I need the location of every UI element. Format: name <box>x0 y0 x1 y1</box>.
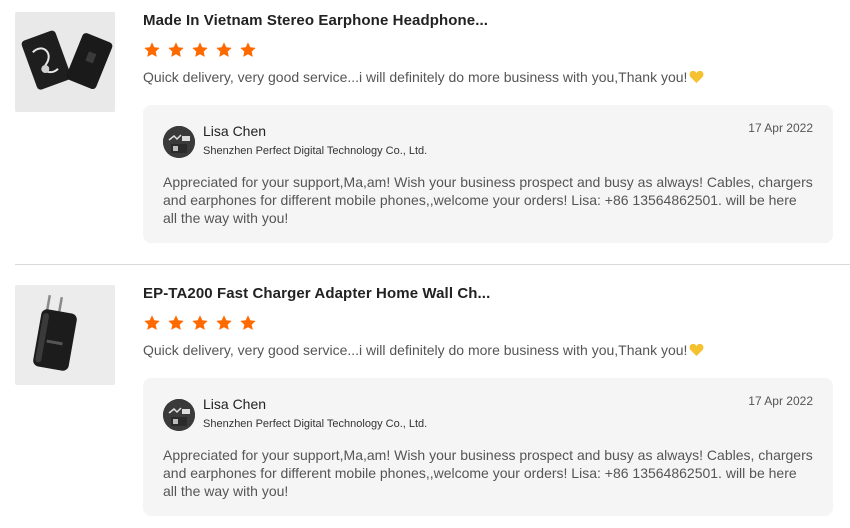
star-icon <box>191 314 209 332</box>
seller-company: Shenzhen Perfect Digital Technology Co.,… <box>203 145 428 157</box>
product-thumbnail-earphones[interactable] <box>15 12 115 112</box>
seller-name: Lisa Chen <box>203 396 267 412</box>
heart-icon <box>689 70 704 83</box>
review-comment: Quick delivery, very good service...i wi… <box>143 342 704 358</box>
star-icon <box>215 41 233 59</box>
star-icon <box>143 41 161 59</box>
reply-text: Appreciated for your support,Ma,am! Wish… <box>163 447 813 499</box>
reply-date: 17 Apr 2022 <box>748 394 813 408</box>
star-icon <box>239 314 257 332</box>
divider <box>15 264 850 265</box>
reply-date: 17 Apr 2022 <box>748 121 813 135</box>
star-icon <box>239 41 257 59</box>
seller-name: Lisa Chen <box>203 123 267 139</box>
star-rating <box>143 41 263 59</box>
seller-company: Shenzhen Perfect Digital Technology Co.,… <box>203 418 428 430</box>
star-icon <box>167 41 185 59</box>
product-title[interactable]: Made In Vietnam Stereo Earphone Headphon… <box>143 12 488 29</box>
star-icon <box>191 41 209 59</box>
reply-text: Appreciated for your support,Ma,am! Wish… <box>163 174 813 226</box>
star-icon <box>143 314 161 332</box>
star-rating <box>143 314 263 332</box>
review-comment-text: Quick delivery, very good service...i wi… <box>143 342 688 358</box>
review-comment-text: Quick delivery, very good service...i wi… <box>143 69 688 85</box>
avatar[interactable] <box>163 399 195 431</box>
product-thumbnail-charger[interactable] <box>15 285 115 385</box>
avatar[interactable] <box>163 126 195 158</box>
seller-reply: Lisa Chen Shenzhen Perfect Digital Techn… <box>143 378 833 516</box>
product-title[interactable]: EP-TA200 Fast Charger Adapter Home Wall … <box>143 285 490 302</box>
review-comment: Quick delivery, very good service...i wi… <box>143 69 704 85</box>
star-icon <box>167 314 185 332</box>
seller-reply: Lisa Chen Shenzhen Perfect Digital Techn… <box>143 105 833 243</box>
star-icon <box>215 314 233 332</box>
heart-icon <box>689 343 704 356</box>
